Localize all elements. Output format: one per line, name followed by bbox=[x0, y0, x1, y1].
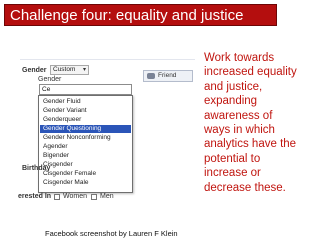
option-item[interactable]: Genderqueer bbox=[40, 116, 131, 124]
men-label: Men bbox=[100, 193, 114, 200]
body-line: ways in which bbox=[204, 124, 275, 136]
gender-input-value: Ce bbox=[42, 86, 51, 93]
men-checkbox[interactable] bbox=[91, 194, 97, 200]
body-line: increased equality bbox=[204, 66, 297, 78]
friends-icon bbox=[147, 73, 155, 79]
gender-input[interactable]: Ce bbox=[39, 84, 132, 95]
gender-options-dropdown[interactable]: Gender Fluid Gender Variant Genderqueer … bbox=[38, 95, 133, 193]
body-line: awareness of bbox=[204, 110, 273, 122]
body-line: decrease these. bbox=[204, 182, 286, 194]
chevron-down-icon: ▾ bbox=[82, 67, 86, 73]
divider bbox=[20, 59, 195, 60]
body-line: expanding bbox=[204, 95, 258, 107]
body-line: Work towards bbox=[204, 52, 275, 64]
option-item[interactable]: Gender Nonconforming bbox=[40, 134, 131, 142]
option-item[interactable]: Cisgender Female bbox=[40, 170, 131, 178]
option-item[interactable]: Agender bbox=[40, 143, 131, 151]
gender-type-value: Custom bbox=[53, 66, 76, 73]
option-item[interactable]: Gender Variant bbox=[40, 107, 131, 115]
option-item[interactable]: Cisgender Male bbox=[40, 179, 131, 187]
audience-button-label: Friend bbox=[158, 72, 177, 79]
women-checkbox[interactable] bbox=[54, 194, 60, 200]
image-caption: Facebook screenshot by Lauren F Klein bbox=[45, 229, 178, 238]
slide-title: Challenge four: equality and justice bbox=[10, 7, 244, 24]
gender-row-label: Gender bbox=[22, 67, 47, 74]
option-item[interactable]: Bigender bbox=[40, 152, 131, 160]
slide-title-bar: Challenge four: equality and justice bbox=[4, 4, 277, 26]
women-label: Women bbox=[63, 193, 87, 200]
option-item[interactable]: Cisgender bbox=[40, 161, 131, 169]
interested-in-label: erested In bbox=[18, 193, 52, 200]
facebook-screenshot: Gender Custom ▾ Gender Friend Ce Gender … bbox=[12, 46, 200, 228]
body-line: analytics have the bbox=[204, 138, 297, 150]
body-line: and justice, bbox=[204, 81, 263, 93]
body-line: increase or bbox=[204, 167, 261, 179]
body-line: potential to bbox=[204, 153, 261, 165]
gender-field-label: Gender bbox=[38, 76, 62, 83]
gender-type-select[interactable]: Custom ▾ bbox=[50, 65, 89, 75]
option-item[interactable]: Gender Fluid bbox=[40, 98, 131, 106]
birthday-label: Birthday bbox=[22, 165, 51, 172]
option-item-selected[interactable]: Gender Questioning bbox=[40, 125, 131, 133]
audience-button[interactable]: Friend bbox=[143, 70, 193, 82]
